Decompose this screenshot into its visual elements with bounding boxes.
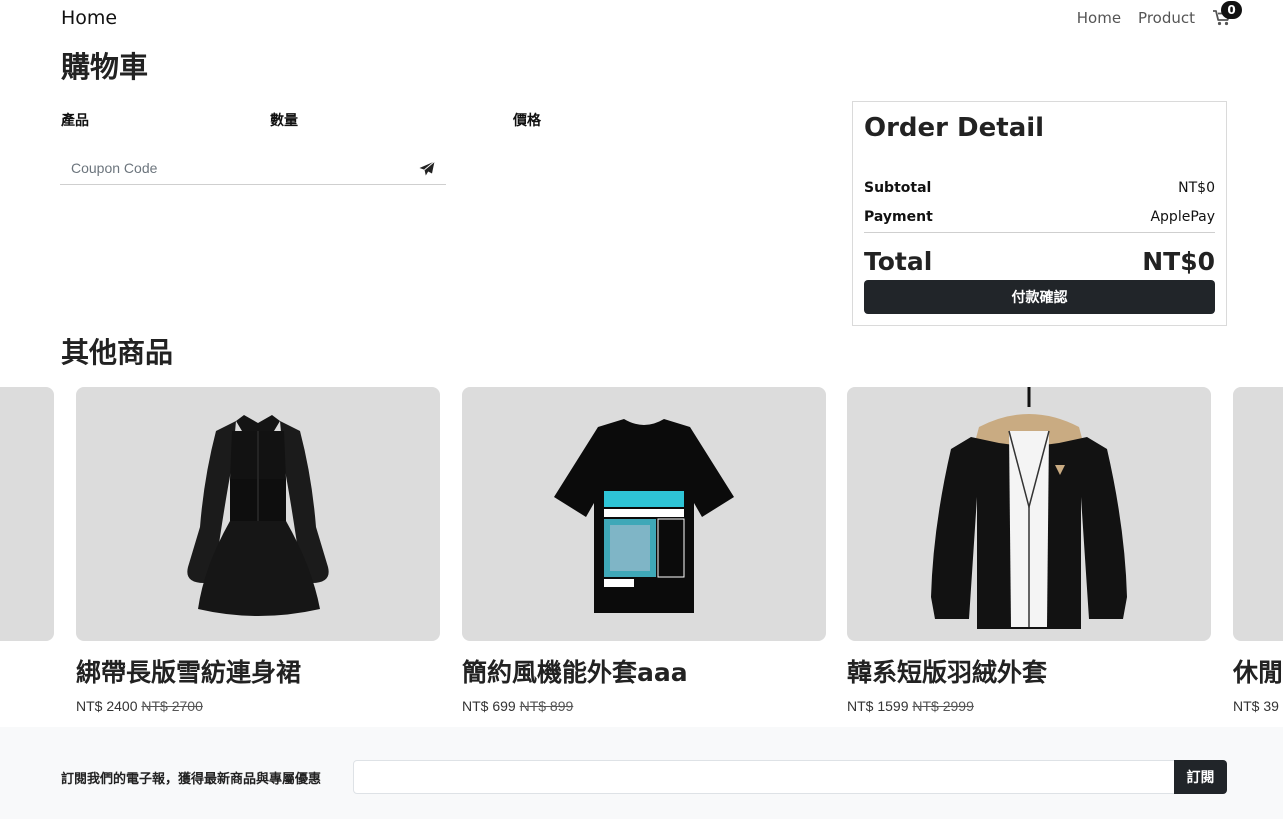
- original-price: NT$ 2700: [141, 698, 203, 714]
- sale-price: NT$ 699: [462, 698, 516, 714]
- confirm-payment-button[interactable]: 付款確認: [864, 280, 1215, 314]
- coupon-form: [60, 152, 446, 185]
- product-carousel: 綁帶長版雪紡連身裙 NT$ 2400 NT$ 2700 簡約風機能外套aaa N…: [0, 387, 1283, 727]
- product-name[interactable]: 休閒: [1233, 653, 1283, 689]
- nav-links: Home Product 0: [1060, 1, 1242, 28]
- sale-price: NT$ 1599: [847, 698, 909, 714]
- product-name[interactable]: 韓系短版羽絨外套: [847, 653, 1047, 689]
- product-image-jacket[interactable]: [847, 387, 1211, 641]
- order-divider: [864, 232, 1215, 233]
- subtotal-label: Subtotal: [864, 180, 932, 196]
- total-value: NT$0: [1142, 247, 1215, 276]
- paper-plane-icon[interactable]: [419, 161, 435, 177]
- subtotal-value: NT$0: [1178, 180, 1215, 196]
- other-products-title: 其他商品: [61, 336, 174, 369]
- product-card[interactable]: 綁帶長版雪紡連身裙 NT$ 2400 NT$ 2700: [76, 387, 440, 714]
- product-price: NT$ 699 NT$ 899: [462, 698, 573, 714]
- product-card[interactable]: 簡約風機能外套aaa NT$ 699 NT$ 899: [462, 387, 826, 714]
- product-price: NT$ 39: [1233, 698, 1279, 714]
- payment-value: ApplePay: [1150, 209, 1215, 225]
- newsletter-email-input[interactable]: [353, 760, 1175, 794]
- newsletter-section: 訂閱我們的電子報，獲得最新商品與專屬優惠 訂閱: [0, 727, 1283, 819]
- product-image: [1233, 387, 1283, 641]
- header-quantity: 數量: [270, 113, 298, 129]
- product-name[interactable]: 簡約風機能外套aaa: [462, 653, 688, 689]
- original-price: NT$ 2999: [912, 698, 974, 714]
- black-dress-image: [187, 415, 329, 616]
- subscribe-button[interactable]: 訂閱: [1174, 760, 1227, 794]
- product-image-dress[interactable]: [76, 387, 440, 641]
- sale-price: NT$ 2400: [76, 698, 138, 714]
- brand-home-link[interactable]: Home: [61, 7, 117, 29]
- nav-link-product[interactable]: Product: [1138, 9, 1195, 27]
- hooded-jacket-image: [931, 387, 1127, 629]
- payment-label: Payment: [864, 209, 933, 225]
- total-label: Total: [864, 247, 933, 276]
- nav-link-home[interactable]: Home: [1077, 9, 1121, 27]
- product-price: NT$ 2400 NT$ 2700: [76, 698, 203, 714]
- product-image-tshirt[interactable]: [462, 387, 826, 641]
- cart-button[interactable]: 0: [1213, 1, 1242, 28]
- newsletter-label: 訂閱我們的電子報，獲得最新商品與專屬優惠: [61, 772, 322, 787]
- original-price: NT$ 899: [519, 698, 574, 714]
- product-card[interactable]: 韓系短版羽絨外套 NT$ 1599 NT$ 2999: [847, 387, 1211, 714]
- product-image: [0, 387, 54, 641]
- order-detail-title: Order Detail: [864, 113, 1045, 143]
- product-card-partial-right[interactable]: 休閒 NT$ 39: [1233, 387, 1283, 714]
- header-price: 價格: [513, 113, 541, 129]
- coupon-code-input[interactable]: [60, 152, 400, 184]
- order-detail-panel: Order Detail Subtotal NT$0 Payment Apple…: [852, 101, 1227, 326]
- navbar: Home Home Product 0: [0, 0, 1283, 38]
- sale-price: NT$ 39: [1233, 698, 1279, 714]
- product-card-partial-left[interactable]: [0, 387, 54, 641]
- product-name[interactable]: 綁帶長版雪紡連身裙: [76, 653, 301, 689]
- header-product: 產品: [61, 113, 89, 129]
- tokyo-tshirt-image: [554, 419, 734, 613]
- cart-count-badge: 0: [1221, 1, 1242, 19]
- page-title: 購物車: [61, 50, 149, 84]
- product-price: NT$ 1599 NT$ 2999: [847, 698, 974, 714]
